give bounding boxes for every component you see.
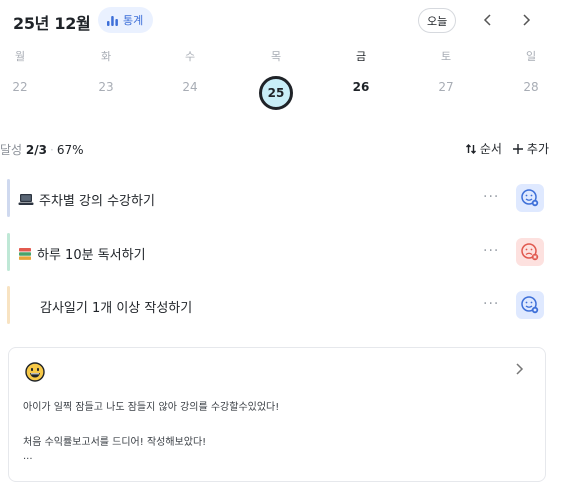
task-title-row: 주차별 강의 수강하기 bbox=[18, 190, 155, 209]
summary-percent: 67% bbox=[56, 143, 84, 157]
month-title[interactable]: 25년 12월 bbox=[13, 10, 91, 34]
laptop-icon bbox=[18, 194, 34, 205]
week-strip: 월 화 수 목 금 토 일 22 23 24 25 26 27 28 bbox=[0, 48, 561, 120]
prev-week-button[interactable] bbox=[476, 8, 500, 32]
weekday-label: 일 bbox=[525, 50, 537, 63]
task-title: 주차별 강의 수강하기 bbox=[39, 194, 155, 209]
task-item[interactable]: 하루 10분 독서하기 ··· bbox=[0, 233, 561, 271]
order-button[interactable]: 순서 bbox=[465, 140, 502, 157]
chevron-left-icon bbox=[483, 14, 491, 26]
sad-x-icon bbox=[521, 243, 539, 261]
status-button[interactable] bbox=[516, 184, 544, 212]
task-item[interactable]: 주차별 강의 수강하기 ··· bbox=[0, 179, 561, 217]
weekday-label: 금 bbox=[355, 50, 367, 63]
stats-button[interactable]: 통계 bbox=[98, 7, 154, 33]
weekday-label: 화 bbox=[100, 50, 112, 63]
weekday-label: 수 bbox=[184, 50, 196, 63]
chevron-right-icon bbox=[516, 363, 524, 375]
task-title-row: 감사일기 1개 이상 작성하기 bbox=[40, 297, 192, 316]
next-week-button[interactable] bbox=[514, 8, 538, 32]
diary-card[interactable]: 아이가 일찍 잠들고 나도 잠들지 않아 강의를 수강할수있었다! 처음 수익률… bbox=[8, 347, 546, 482]
calendar-header: 25년 12월 통계 오늘 bbox=[0, 0, 561, 40]
date-cell[interactable]: 22 bbox=[0, 80, 40, 94]
open-diary-button[interactable] bbox=[514, 362, 524, 380]
today-button[interactable]: 오늘 bbox=[418, 8, 457, 33]
date-cell[interactable]: 27 bbox=[426, 80, 466, 94]
weekday-label: 월 bbox=[14, 50, 26, 63]
diary-line: 아이가 일찍 잠들고 나도 잠들지 않아 강의를 수강할수있었다! bbox=[23, 402, 280, 413]
diary-line: 처음 수익률보고서를 드디어! 작성해보았다! bbox=[23, 437, 207, 448]
add-label: 추가 bbox=[526, 142, 549, 156]
books-icon bbox=[19, 247, 31, 260]
grinning-face-icon bbox=[25, 362, 45, 382]
chevron-right-icon bbox=[523, 14, 531, 26]
task-title-row: 하루 10분 독서하기 bbox=[18, 244, 146, 263]
achievement-summary: 달성 2/3 · 67% bbox=[0, 143, 84, 157]
bar-chart-icon bbox=[107, 15, 118, 26]
order-label: 순서 bbox=[479, 142, 502, 156]
plus-icon bbox=[512, 143, 523, 154]
status-button[interactable] bbox=[516, 291, 544, 319]
smile-check-icon bbox=[521, 189, 539, 207]
selected-date[interactable]: 25 bbox=[259, 76, 293, 110]
task-color-bar bbox=[7, 233, 10, 271]
task-title: 감사일기 1개 이상 작성하기 bbox=[40, 301, 193, 316]
date-cell[interactable]: 28 bbox=[511, 80, 551, 94]
task-title: 하루 10분 독서하기 bbox=[37, 248, 146, 263]
task-item[interactable]: 감사일기 1개 이상 작성하기 ··· bbox=[0, 286, 561, 324]
date-cell[interactable]: 24 bbox=[170, 80, 210, 94]
weekday-label: 토 bbox=[440, 50, 452, 63]
add-button[interactable]: 추가 bbox=[512, 140, 549, 157]
more-options-button[interactable]: ··· bbox=[483, 243, 499, 259]
date-cell[interactable]: 23 bbox=[86, 80, 126, 94]
more-options-button[interactable]: ··· bbox=[483, 296, 499, 312]
diary-line: ... bbox=[23, 451, 33, 462]
stats-label: 통계 bbox=[123, 14, 144, 27]
list-actions: 순서 추가 bbox=[465, 140, 549, 157]
more-options-button[interactable]: ··· bbox=[483, 189, 499, 205]
smile-check-icon bbox=[521, 296, 539, 314]
summary-count: 2/3 bbox=[25, 143, 48, 157]
date-cell[interactable]: 26 bbox=[341, 80, 381, 94]
summary-prefix: 달성 bbox=[0, 143, 23, 157]
weekday-label: 목 bbox=[270, 50, 282, 63]
task-color-bar bbox=[7, 286, 10, 324]
task-color-bar bbox=[7, 179, 10, 217]
status-button[interactable] bbox=[516, 238, 544, 266]
sort-arrows-icon bbox=[465, 143, 476, 154]
